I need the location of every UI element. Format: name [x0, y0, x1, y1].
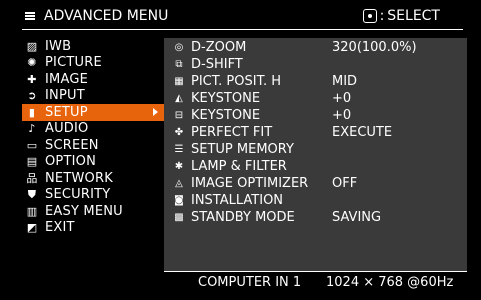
menu-item-input[interactable]: ➲ INPUT: [22, 88, 164, 105]
setup-row-keystone-horizontal[interactable]: ⊟ KEYSTONE +0: [164, 107, 467, 124]
menu-item-security[interactable]: ⛊ SECURITY: [22, 187, 164, 204]
standby-mode-icon: ▩: [174, 212, 184, 223]
setup-row-lamp-filter[interactable]: ✱ LAMP & FILTER: [164, 158, 467, 175]
setup-row-label: PICT. POSIT. H: [191, 74, 282, 89]
input-icon: ➲: [27, 89, 37, 103]
setup-icon: ▮: [28, 105, 36, 119]
setup-row-keystone-vertical[interactable]: ◭ KEYSTONE +0: [164, 90, 467, 107]
menu-item-label: AUDIO: [45, 121, 89, 137]
menu-item-label: EXIT: [45, 220, 75, 236]
setup-row-label: IMAGE OPTIMIZER: [191, 176, 309, 191]
network-icon: 品: [26, 171, 38, 185]
keystone-horizontal-icon: ⊟: [174, 110, 184, 121]
menu-item-image[interactable]: ✚ IMAGE: [22, 71, 164, 88]
perfect-fit-icon: ✤: [174, 127, 184, 138]
menu-item-label: OPTION: [45, 154, 97, 170]
setup-row-installation[interactable]: ◙ INSTALLATION: [164, 192, 467, 209]
menu-title: ADVANCED MENU: [44, 8, 169, 24]
menu-item-audio[interactable]: ♪ AUDIO: [22, 121, 164, 138]
d-zoom-icon: ◎: [174, 42, 184, 53]
option-icon: ▤: [26, 155, 38, 169]
setup-row-setup-memory[interactable]: ☰ SETUP MEMORY: [164, 141, 467, 158]
lamp-filter-icon: ✱: [174, 161, 184, 172]
menu-item-label: SETUP: [45, 104, 88, 120]
keystone-vertical-icon: ◭: [175, 93, 183, 104]
security-icon: ⛊: [27, 188, 37, 202]
easy-menu-icon: ▥: [26, 204, 38, 218]
menu-item-label: IMAGE: [45, 71, 89, 87]
setup-row-value: EXECUTE: [332, 125, 393, 140]
setup-row-standby-mode[interactable]: ▩ STANDBY MODE SAVING: [164, 209, 467, 226]
menu-item-picture[interactable]: ✺ PICTURE: [22, 55, 164, 72]
menu-item-label: IWB: [45, 38, 72, 54]
menu-item-setup[interactable]: ▮ SETUP: [22, 104, 164, 121]
select-hint-label: SELECT: [387, 8, 440, 24]
pict-posit-icon: ▦: [174, 76, 184, 87]
menu-item-label: EASY MENU: [45, 203, 123, 219]
screen-icon: ▭: [26, 138, 38, 152]
menu-header: ADVANCED MENU : SELECT: [22, 6, 464, 30]
category-menu: ▨ IWB ✺ PICTURE ✚ IMAGE ➲ INPUT ▮ SETUP …: [22, 38, 164, 236]
setup-row-value: SAVING: [332, 210, 382, 225]
projector-osd: ADVANCED MENU : SELECT ▨ IWB ✺ PICTURE ✚…: [0, 0, 481, 300]
menu-icon: [25, 12, 35, 23]
setup-memory-icon: ☰: [174, 144, 184, 155]
header-divider: [22, 29, 463, 30]
exit-icon: ◩: [26, 221, 38, 235]
setup-row-d-shift[interactable]: ⧉ D-SHIFT: [164, 56, 467, 73]
menu-item-option[interactable]: ▤ OPTION: [22, 154, 164, 171]
menu-item-label: NETWORK: [45, 170, 113, 186]
setup-row-value: OFF: [332, 176, 358, 191]
joystick-icon: [362, 9, 377, 23]
setup-row-label: KEYSTONE: [191, 108, 261, 123]
menu-item-label: SCREEN: [45, 137, 99, 153]
menu-item-label: INPUT: [45, 88, 85, 104]
menu-item-label: SECURITY: [45, 187, 111, 203]
setup-row-value: MID: [332, 74, 358, 89]
setup-row-label: D-SHIFT: [191, 57, 243, 72]
setup-panel: ◎ D-ZOOM 320(100.0%) ⧉ D-SHIFT ▦ PICT. P…: [164, 38, 467, 271]
setup-row-perfect-fit[interactable]: ✤ PERFECT FIT EXECUTE: [164, 124, 467, 141]
setup-row-value: +0: [332, 91, 352, 106]
setup-row-label: LAMP & FILTER: [191, 159, 287, 174]
picture-icon: ✺: [27, 56, 37, 70]
setup-row-label: KEYSTONE: [191, 91, 261, 106]
submenu-arrow-icon: [153, 108, 158, 116]
setup-row-label: PERFECT FIT: [191, 125, 273, 140]
iwb-icon: ▨: [26, 39, 38, 53]
setup-row-label: STANDBY MODE: [191, 210, 295, 225]
menu-item-network[interactable]: 品 NETWORK: [22, 170, 164, 187]
setup-row-label: INSTALLATION: [191, 193, 284, 208]
image-optimizer-icon: ◬: [175, 178, 183, 189]
menu-item-label: PICTURE: [45, 55, 102, 71]
menu-item-screen[interactable]: ▭ SCREEN: [22, 137, 164, 154]
signal-resolution-label: 1024 × 768 @60Hz: [326, 274, 454, 290]
image-icon: ✚: [27, 72, 37, 86]
signal-info-bar: COMPUTER IN 1 1024 × 768 @60Hz: [164, 271, 467, 292]
setup-row-image-optimizer[interactable]: ◬ IMAGE OPTIMIZER OFF: [164, 175, 467, 192]
menu-item-iwb[interactable]: ▨ IWB: [22, 38, 164, 55]
installation-icon: ◙: [174, 195, 184, 206]
menu-item-exit[interactable]: ◩ EXIT: [22, 220, 164, 237]
select-hint: : SELECT: [362, 8, 440, 24]
setup-row-value: +0: [332, 108, 352, 123]
setup-row-value: 320(100.0%): [332, 40, 417, 55]
select-hint-prefix: :: [379, 8, 385, 24]
input-source-label: COMPUTER IN 1: [198, 274, 302, 290]
setup-row-pict-posit-h[interactable]: ▦ PICT. POSIT. H MID: [164, 73, 467, 90]
menu-item-easy-menu[interactable]: ▥ EASY MENU: [22, 203, 164, 220]
setup-row-label: D-ZOOM: [191, 40, 247, 55]
setup-row-label: SETUP MEMORY: [191, 142, 294, 157]
audio-icon: ♪: [28, 122, 36, 136]
setup-row-d-zoom[interactable]: ◎ D-ZOOM 320(100.0%): [164, 39, 467, 56]
d-shift-icon: ⧉: [175, 59, 183, 70]
